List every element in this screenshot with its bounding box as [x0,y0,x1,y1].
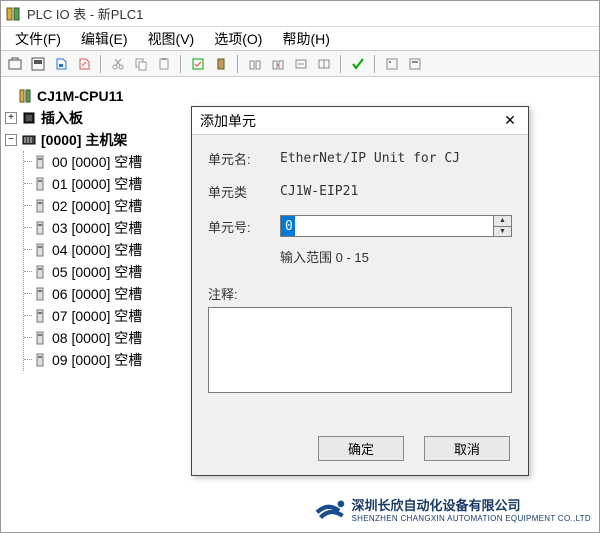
expander-icon[interactable]: − [5,134,17,146]
menu-view[interactable]: 视图(V) [138,27,205,51]
titlebar: PLC IO 表 - 新PLC1 [1,1,599,27]
slot-icon [32,330,48,346]
slot-icon [32,242,48,258]
toolbar-separator [237,55,239,73]
toolbar-btn-8[interactable] [188,54,208,74]
watermark: 深圳长欣自动化设备有限公司 SHENZHEN CHANGXIN AUTOMATI… [312,492,591,526]
tree-root-label: CJ1M-CPU11 [37,88,123,104]
toolbar-separator [374,55,376,73]
remarks-input[interactable] [208,307,512,393]
cpu-icon [17,88,33,104]
window-title: PLC IO 表 - 新PLC1 [27,4,143,23]
unit-name-value: EtherNet/IP Unit for CJ [280,151,512,166]
toolbar-btn-13[interactable] [314,54,334,74]
slot-icon [32,352,48,368]
toolbar-copy-icon[interactable] [131,54,151,74]
menu-edit[interactable]: 编辑(E) [71,27,138,51]
close-icon[interactable]: ✕ [500,111,520,131]
slot-label: 08 [0000] 空槽 [52,328,142,348]
ok-button[interactable]: 确定 [318,436,404,461]
menu-help[interactable]: 帮助(H) [272,27,339,51]
slot-label: 01 [0000] 空槽 [52,174,142,194]
unit-no-spinner[interactable]: ▲ ▼ [494,215,512,237]
slot-label: 00 [0000] 空槽 [52,152,142,172]
slot-icon [32,220,48,236]
watermark-cn: 深圳长欣自动化设备有限公司 [352,495,591,514]
tree-root-cpu[interactable]: CJ1M-CPU11 [5,85,595,107]
logo-icon [312,492,346,526]
unit-type-label: 单元类 [208,182,280,201]
unit-type-value: CJ1W-EIP21 [280,184,512,199]
tree-board-label: 插入板 [41,108,83,128]
app-icon [5,6,21,22]
slot-icon [32,308,48,324]
toolbar-btn-4[interactable] [74,54,94,74]
slot-label: 04 [0000] 空槽 [52,240,142,260]
toolbar-check-icon[interactable] [348,54,368,74]
toolbar [1,51,599,77]
slot-label: 07 [0000] 空槽 [52,306,142,326]
slot-icon [32,176,48,192]
add-unit-dialog: 添加单元 ✕ 单元名: EtherNet/IP Unit for CJ 单元类 … [191,106,529,476]
slot-label: 06 [0000] 空槽 [52,284,142,304]
unit-name-label: 单元名: [208,149,280,168]
toolbar-btn-11[interactable] [268,54,288,74]
tree-rack-label: [0000] 主机架 [41,130,127,150]
expander-icon[interactable]: + [5,112,17,124]
watermark-en: SHENZHEN CHANGXIN AUTOMATION EQUIPMENT C… [352,514,591,523]
dialog-buttons: 确定 取消 [192,426,528,475]
remarks-label: 注释: [208,284,512,303]
slot-icon [32,264,48,280]
slot-icon [32,286,48,302]
slot-label: 02 [0000] 空槽 [52,196,142,216]
slot-label: 05 [0000] 空槽 [52,262,142,282]
toolbar-cut-icon[interactable] [108,54,128,74]
toolbar-separator [340,55,342,73]
menu-file[interactable]: 文件(F) [5,27,71,51]
dialog-titlebar: 添加单元 ✕ [192,107,528,135]
unit-no-input[interactable] [280,215,494,237]
slot-label: 03 [0000] 空槽 [52,218,142,238]
dialog-body: 单元名: EtherNet/IP Unit for CJ 单元类 CJ1W-EI… [192,135,528,426]
toolbar-btn-9[interactable] [211,54,231,74]
unit-no-label: 单元号: [208,217,280,236]
toolbar-btn-12[interactable] [291,54,311,74]
slot-label: 09 [0000] 空槽 [52,350,142,370]
toolbar-btn-1[interactable] [5,54,25,74]
toolbar-btn-16[interactable] [405,54,425,74]
toolbar-btn-10[interactable] [245,54,265,74]
toolbar-btn-2[interactable] [28,54,48,74]
toolbar-btn-15[interactable] [382,54,402,74]
slot-icon [32,154,48,170]
range-hint: 输入范围 0 - 15 [280,247,512,266]
toolbar-btn-3[interactable] [51,54,71,74]
cancel-button[interactable]: 取消 [424,436,510,461]
board-icon [21,110,37,126]
toolbar-paste-icon[interactable] [154,54,174,74]
toolbar-separator [180,55,182,73]
toolbar-separator [100,55,102,73]
rack-icon [21,132,37,148]
menu-options[interactable]: 选项(O) [204,27,272,51]
dialog-title-text: 添加单元 [200,111,256,131]
spinner-down-icon[interactable]: ▼ [494,227,511,237]
menubar: 文件(F) 编辑(E) 视图(V) 选项(O) 帮助(H) [1,27,599,51]
slot-icon [32,198,48,214]
spinner-up-icon[interactable]: ▲ [494,216,511,227]
